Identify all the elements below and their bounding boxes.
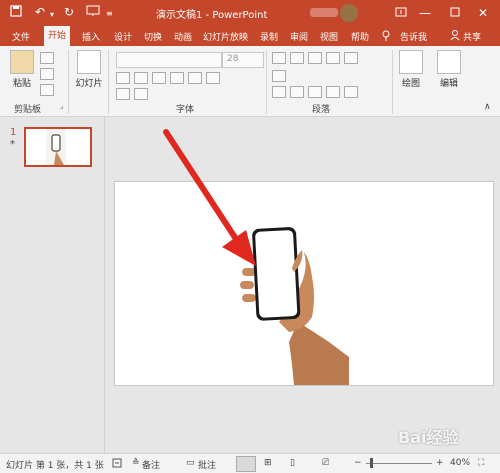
status-bar: 幻灯片 第 1 张，共 1 张 ≙ 备注 ▭ 批注 ⊞ ▯ ⎚ − + 40% … <box>0 453 500 473</box>
zoom-out-icon[interactable]: − <box>354 458 362 468</box>
normal-view-icon[interactable] <box>236 456 256 472</box>
accessibility-icon[interactable] <box>112 458 122 471</box>
zoom-slider[interactable] <box>366 463 432 464</box>
zoom-in-icon[interactable]: + <box>436 458 444 468</box>
notes-icon[interactable]: ≙ <box>132 458 140 468</box>
slide-counter: 幻灯片 第 1 张，共 1 张 <box>6 461 104 471</box>
fit-slide-icon[interactable]: ⛶ <box>478 458 484 468</box>
red-arrow-annotation <box>163 129 256 266</box>
slideshow-icon[interactable]: ⎚ <box>322 458 329 468</box>
reading-view-icon[interactable]: ▯ <box>290 458 295 468</box>
comments-icon[interactable]: ▭ <box>186 458 195 468</box>
zoom-slider-thumb[interactable] <box>370 458 373 468</box>
slide-sorter-icon[interactable]: ⊞ <box>264 458 272 468</box>
notes-button[interactable]: 备注 <box>142 458 160 471</box>
comments-button[interactable]: 批注 <box>198 458 216 471</box>
zoom-level[interactable]: 40% <box>450 458 470 468</box>
baidu-watermark: Bai经验 <box>398 428 459 447</box>
